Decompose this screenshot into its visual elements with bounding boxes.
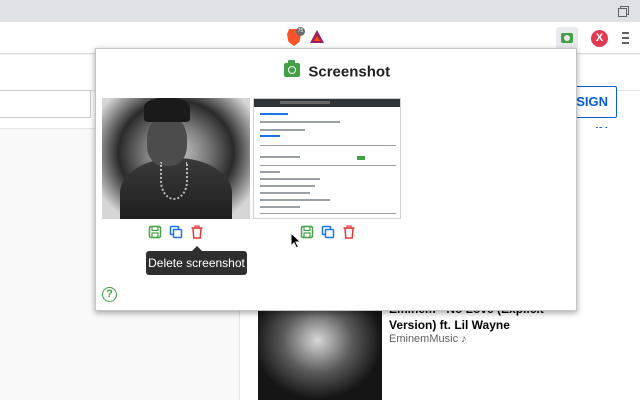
copy-icon[interactable] (169, 225, 183, 239)
address-bar[interactable] (0, 26, 330, 50)
screenshot-thumbnail[interactable] (253, 98, 401, 219)
brave-shields-badge: 75 (296, 27, 305, 36)
copy-icon[interactable] (321, 225, 335, 239)
extension-x-icon[interactable]: X (591, 30, 608, 47)
screenshot-extension-icon[interactable] (556, 27, 578, 49)
save-icon[interactable] (148, 225, 162, 239)
brave-rewards-icon[interactable] (310, 30, 324, 43)
delete-icon[interactable] (190, 225, 204, 239)
window-restore-icon[interactable] (618, 6, 629, 17)
video-channel[interactable]: EminemMusic ♪ (389, 333, 467, 345)
tab-strip (0, 0, 640, 22)
save-icon[interactable] (300, 225, 314, 239)
delete-icon[interactable] (342, 225, 356, 239)
camera-icon (283, 59, 300, 77)
screenshot-thumbnail[interactable] (102, 98, 250, 219)
delete-tooltip: Delete screenshot (146, 246, 247, 275)
help-icon[interactable]: ? (102, 287, 117, 302)
popup-header: Screenshot (96, 59, 578, 81)
video-thumbnail[interactable] (258, 301, 382, 400)
menu-icon[interactable] (620, 30, 630, 46)
popup-title: Screenshot (308, 63, 391, 81)
search-input[interactable] (0, 90, 91, 118)
mouse-cursor-icon (290, 231, 302, 249)
screenshot-popup: Screenshot Delete screenshot ? (95, 48, 577, 311)
